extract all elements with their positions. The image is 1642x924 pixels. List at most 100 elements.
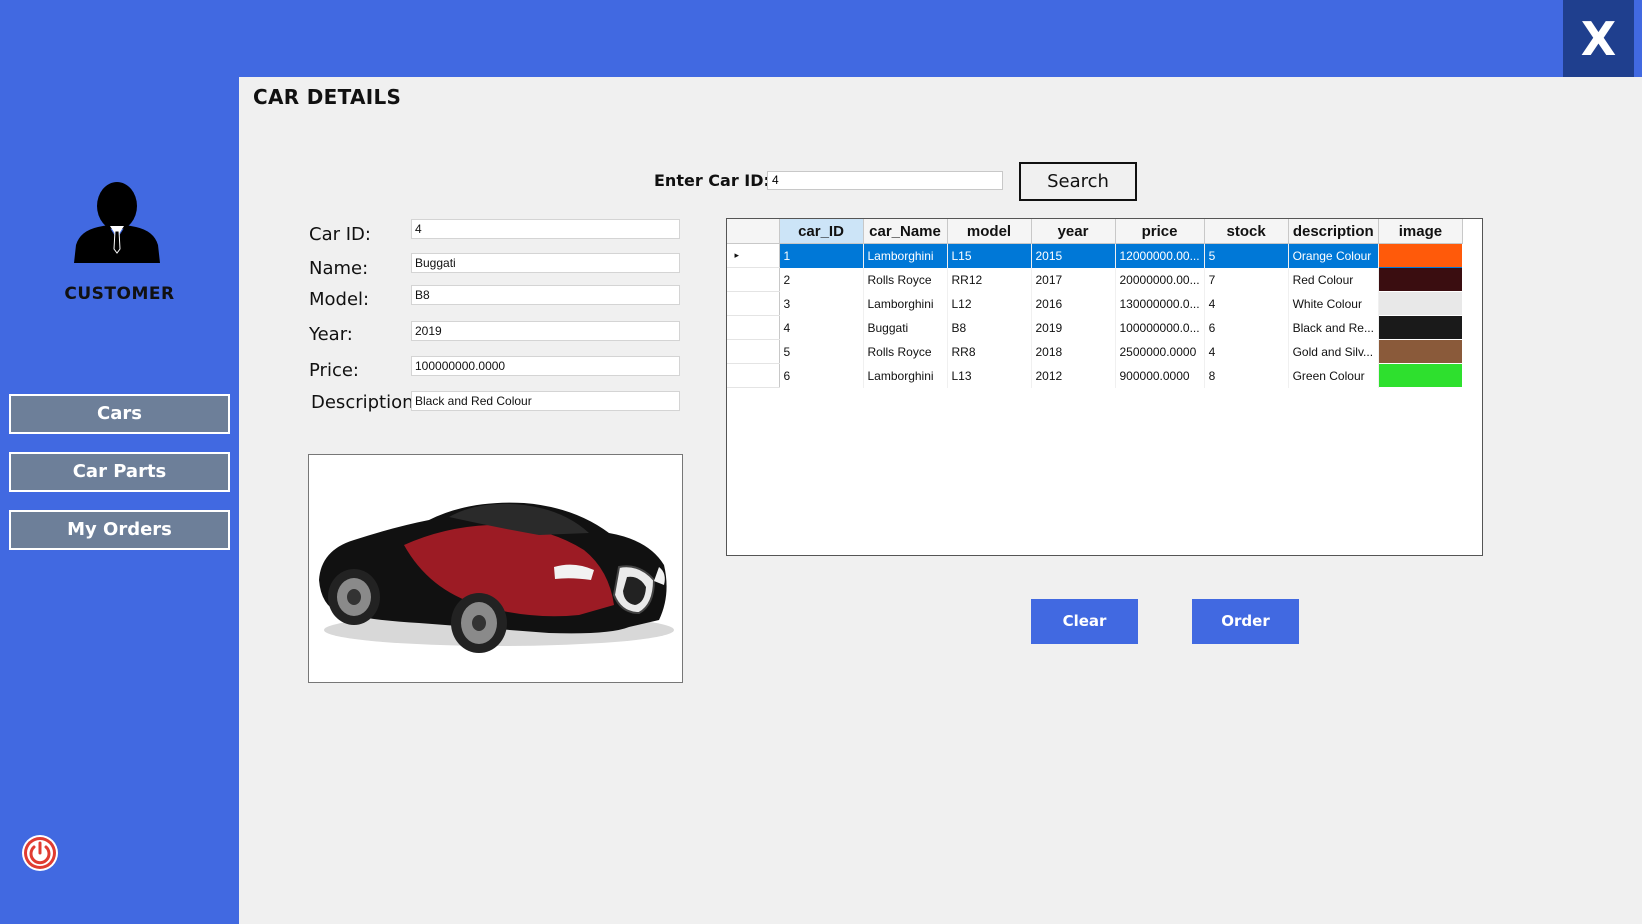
table-row[interactable]: 2 Rolls Royce RR12 2017 20000000.00... 7… <box>727 267 1463 292</box>
cell-model[interactable]: L13 <box>947 363 1032 388</box>
car-id-search-input[interactable]: 4 <box>767 171 1003 190</box>
table-row[interactable]: 4 Buggati B8 2019 100000000.0... 6 Black… <box>727 315 1463 340</box>
column-header-car-id[interactable]: car_ID <box>779 219 864 244</box>
cell-year[interactable]: 2016 <box>1031 291 1116 316</box>
year-label: Year: <box>309 324 353 345</box>
car-thumbnail <box>1378 340 1463 363</box>
cell-car-id[interactable]: 5 <box>779 339 864 364</box>
cell-car-id[interactable]: 4 <box>779 315 864 340</box>
cell-car-name[interactable]: Lamborghini <box>863 243 948 268</box>
cell-description[interactable]: Green Colour <box>1288 363 1379 388</box>
cars-nav-button[interactable]: Cars <box>9 394 230 434</box>
close-button[interactable]: X <box>1563 0 1634 77</box>
cell-stock[interactable]: 8 <box>1204 363 1289 388</box>
cell-year[interactable]: 2012 <box>1031 363 1116 388</box>
description-label: Description <box>311 392 414 413</box>
car-thumbnail <box>1378 268 1463 291</box>
cell-image[interactable] <box>1378 243 1463 268</box>
main-panel: CAR DETAILS Enter Car ID: 4 Search Car I… <box>239 77 1642 924</box>
cell-image[interactable] <box>1378 364 1463 388</box>
price-label: Price: <box>309 360 359 381</box>
column-header-stock[interactable]: stock <box>1204 219 1289 244</box>
search-label: Enter Car ID: <box>654 171 770 190</box>
cell-price[interactable]: 130000000.0... <box>1115 291 1205 316</box>
cell-car-name[interactable]: Rolls Royce <box>863 339 948 364</box>
row-selector[interactable] <box>727 315 780 340</box>
car-illustration <box>319 502 674 653</box>
row-selector-icon[interactable]: ▸ <box>727 243 780 268</box>
table-row[interactable]: 6 Lamborghini L13 2012 900000.0000 8 Gre… <box>727 363 1463 388</box>
cell-model[interactable]: L15 <box>947 243 1032 268</box>
row-selector[interactable] <box>727 291 780 316</box>
cell-stock[interactable]: 6 <box>1204 315 1289 340</box>
cell-description[interactable]: Red Colour <box>1288 267 1379 292</box>
column-header-car-name[interactable]: car_Name <box>863 219 948 244</box>
cell-car-id[interactable]: 2 <box>779 267 864 292</box>
column-header-year[interactable]: year <box>1031 219 1116 244</box>
cell-price[interactable]: 20000000.00... <box>1115 267 1205 292</box>
clear-button[interactable]: Clear <box>1031 599 1138 644</box>
cell-stock[interactable]: 7 <box>1204 267 1289 292</box>
cell-price[interactable]: 12000000.00... <box>1115 243 1205 268</box>
cell-image[interactable] <box>1378 268 1463 292</box>
grid-header-row: car_ID car_Name model year price stock d… <box>727 219 1463 244</box>
cell-model[interactable]: RR8 <box>947 339 1032 364</box>
title-bar <box>0 0 1642 77</box>
cell-description[interactable]: Orange Colour <box>1288 243 1379 268</box>
cell-stock[interactable]: 4 <box>1204 339 1289 364</box>
name-field[interactable]: Buggati <box>411 253 680 273</box>
year-field[interactable]: 2019 <box>411 321 680 341</box>
cell-car-name[interactable]: Rolls Royce <box>863 267 948 292</box>
order-button[interactable]: Order <box>1192 599 1299 644</box>
search-button[interactable]: Search <box>1019 162 1137 201</box>
name-label: Name: <box>309 258 369 279</box>
model-label: Model: <box>309 289 370 310</box>
column-header-model[interactable]: model <box>947 219 1032 244</box>
table-row[interactable]: 3 Lamborghini L12 2016 130000000.0... 4 … <box>727 291 1463 316</box>
cell-year[interactable]: 2017 <box>1031 267 1116 292</box>
car-id-field[interactable]: 4 <box>411 219 680 239</box>
cell-price[interactable]: 900000.0000 <box>1115 363 1205 388</box>
table-row[interactable]: 5 Rolls Royce RR8 2018 2500000.0000 4 Go… <box>727 339 1463 364</box>
cell-image[interactable] <box>1378 292 1463 316</box>
cell-year[interactable]: 2015 <box>1031 243 1116 268</box>
cell-car-name[interactable]: Lamborghini <box>863 291 948 316</box>
column-header-price[interactable]: price <box>1115 219 1205 244</box>
car-parts-nav-button[interactable]: Car Parts <box>9 452 230 492</box>
cell-model[interactable]: RR12 <box>947 267 1032 292</box>
car-thumbnail <box>1378 292 1463 315</box>
cell-description[interactable]: Gold and Silv... <box>1288 339 1379 364</box>
row-selector[interactable] <box>727 363 780 388</box>
car-id-label: Car ID: <box>309 224 371 245</box>
cell-car-id[interactable]: 3 <box>779 291 864 316</box>
cell-price[interactable]: 100000000.0... <box>1115 315 1205 340</box>
cell-image[interactable] <box>1378 316 1463 340</box>
cell-model[interactable]: L12 <box>947 291 1032 316</box>
table-row[interactable]: ▸ 1 Lamborghini L15 2015 12000000.00... … <box>727 243 1463 268</box>
car-thumbnail <box>1378 244 1463 268</box>
cell-car-id[interactable]: 6 <box>779 363 864 388</box>
cell-description[interactable]: White Colour <box>1288 291 1379 316</box>
cell-stock[interactable]: 5 <box>1204 243 1289 268</box>
description-field[interactable]: Black and Red Colour <box>411 391 680 411</box>
cell-stock[interactable]: 4 <box>1204 291 1289 316</box>
column-header-image[interactable]: image <box>1378 219 1463 244</box>
cell-model[interactable]: B8 <box>947 315 1032 340</box>
row-selector[interactable] <box>727 267 780 292</box>
cell-description[interactable]: Black and Re... <box>1288 315 1379 340</box>
cell-image[interactable] <box>1378 340 1463 364</box>
cell-price[interactable]: 2500000.0000 <box>1115 339 1205 364</box>
model-field[interactable]: B8 <box>411 285 680 305</box>
row-selector[interactable] <box>727 339 780 364</box>
cars-data-grid[interactable]: car_ID car_Name model year price stock d… <box>726 218 1483 556</box>
cell-year[interactable]: 2019 <box>1031 315 1116 340</box>
column-header-description[interactable]: description <box>1288 219 1379 244</box>
power-icon[interactable] <box>21 834 59 872</box>
cell-car-name[interactable]: Buggati <box>863 315 948 340</box>
cell-car-id[interactable]: 1 <box>779 243 864 268</box>
my-orders-nav-button[interactable]: My Orders <box>9 510 230 550</box>
role-label: CUSTOMER <box>64 284 175 304</box>
price-field[interactable]: 100000000.0000 <box>411 356 680 376</box>
cell-car-name[interactable]: Lamborghini <box>863 363 948 388</box>
cell-year[interactable]: 2018 <box>1031 339 1116 364</box>
